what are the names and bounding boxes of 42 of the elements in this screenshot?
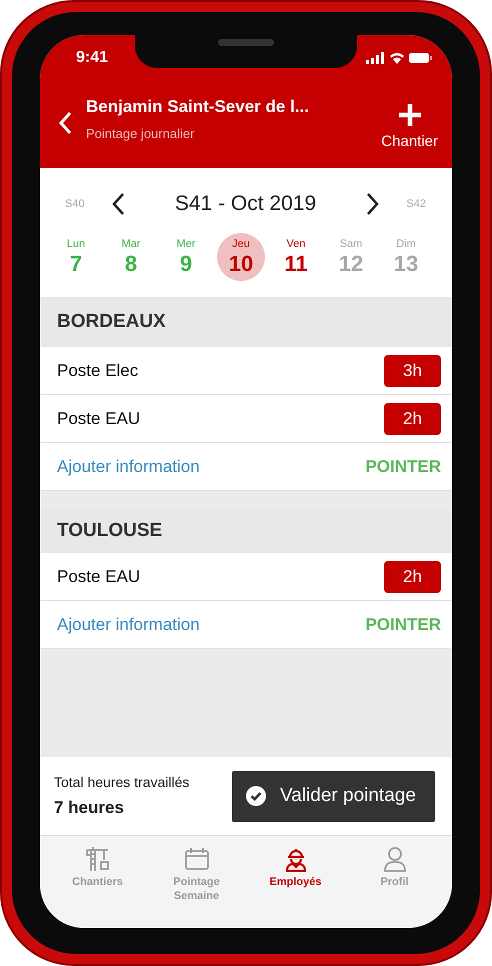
task-name: Poste EAU — [57, 408, 140, 428]
hours-badge: 3h — [384, 354, 441, 386]
day-button[interactable]: Dim 13 — [382, 233, 430, 281]
calendar-icon — [184, 846, 210, 872]
day-button[interactable]: Sam 12 — [327, 233, 375, 281]
previous-chevron-icon[interactable] — [110, 192, 125, 216]
crane-icon — [84, 846, 110, 872]
add-info-link[interactable]: Ajouter information — [57, 456, 200, 476]
day-button[interactable]: Mar 8 — [107, 233, 155, 281]
next-week-button[interactable]: S42 — [406, 198, 426, 210]
day-button[interactable]: Mer 9 — [162, 233, 210, 281]
hours-badge: 2h — [384, 560, 441, 592]
status-time: 9:41 — [76, 49, 108, 67]
validate-button[interactable]: Valider pointage — [232, 770, 435, 822]
employee-name: Benjamin Saint-Sever de l... — [86, 96, 310, 116]
back-chevron-icon — [58, 110, 72, 134]
pointer-button[interactable]: POINTER — [365, 614, 441, 634]
day-button[interactable]: Lun 7 — [52, 233, 100, 281]
screen-subtitle: Pointage journalier — [86, 126, 196, 140]
battery-icon — [409, 53, 432, 63]
check-circle-icon — [246, 786, 266, 806]
add-info-link[interactable]: Ajouter information — [57, 614, 200, 634]
add-site-button[interactable]: Chantier — [381, 103, 438, 150]
tab-item[interactable]: Chantiers — [60, 846, 136, 928]
next-chevron-icon[interactable] — [366, 192, 380, 216]
plus-icon — [398, 103, 422, 127]
total-hours-value: 7 heures — [54, 798, 125, 818]
pointer-button[interactable]: POINTER — [365, 456, 441, 476]
signal-icon — [366, 52, 384, 64]
tab-item[interactable]: Pointage Semaine — [158, 846, 234, 928]
previous-week-button[interactable]: S40 — [65, 198, 85, 210]
total-hours-label: Total heures travaillés — [54, 774, 190, 790]
person-icon — [382, 846, 408, 872]
task-name: Poste EAU — [57, 566, 140, 586]
day-button[interactable]: Jeu 10 — [217, 233, 265, 281]
wifi-icon — [390, 53, 404, 64]
tab-item[interactable]: Employés — [258, 846, 334, 928]
day-button[interactable]: Ven 11 — [272, 233, 320, 281]
task-name: Poste Elec — [57, 360, 138, 380]
tab-item[interactable]: Profil — [356, 846, 432, 928]
current-week: S41 - Oct 2019 — [174, 192, 318, 216]
hours-badge: 2h — [384, 402, 441, 434]
